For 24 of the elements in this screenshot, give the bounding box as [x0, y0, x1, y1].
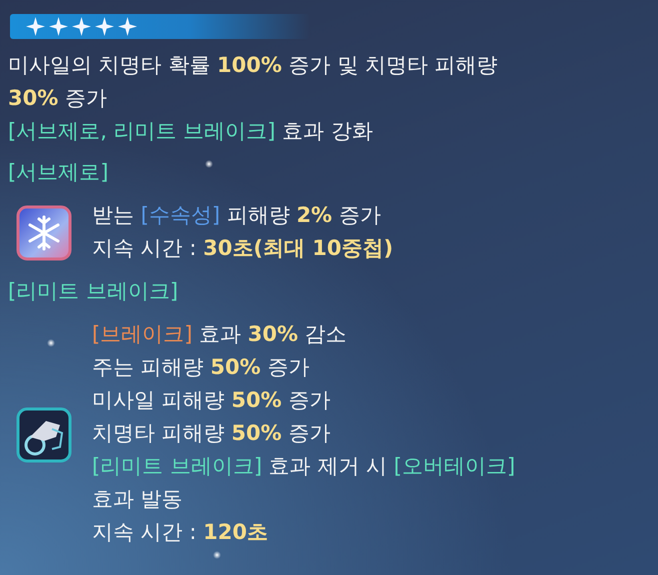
effect-text: 받는 [수속성] 피해량 2% 증가 [92, 202, 381, 229]
star-icon [118, 17, 137, 36]
effect-text: 주는 피해량 50% 증가 [92, 354, 310, 381]
effect-text: 치명타 피해량 50% 증가 [92, 420, 330, 447]
star-icon [49, 17, 68, 36]
section-title: [서브제로] [8, 159, 108, 186]
sparkle-icon [47, 339, 55, 347]
effect-text: 효과 발동 [92, 486, 183, 513]
description-text: [서브제로, 리미트 브레이크] 효과 강화 [8, 118, 373, 145]
sparkle-icon [213, 551, 221, 559]
effect-text: 미사일 피해량 50% 증가 [92, 387, 330, 414]
effect-text: 지속 시간 : 120초 [92, 519, 268, 546]
effect-text: 지속 시간 : 30초(최대 10중첩) [92, 235, 394, 262]
description-text: 30% 증가 [8, 85, 107, 112]
effect-text: [브레이크] 효과 30% 감소 [92, 321, 347, 348]
sparkle-icon [205, 160, 213, 168]
section-title: [리미트 브레이크] [8, 278, 178, 305]
description-text: 미사일의 치명타 확률 100% 증가 및 치명타 피해량 [8, 52, 498, 79]
star-icon [26, 17, 45, 36]
star-icon [95, 17, 114, 36]
effect-text: [리미트 브레이크] 효과 제거 시 [오버테이크] [92, 453, 516, 480]
motorcycle-icon [16, 406, 72, 462]
star-icon [72, 17, 91, 36]
snowflake-icon [16, 205, 72, 261]
